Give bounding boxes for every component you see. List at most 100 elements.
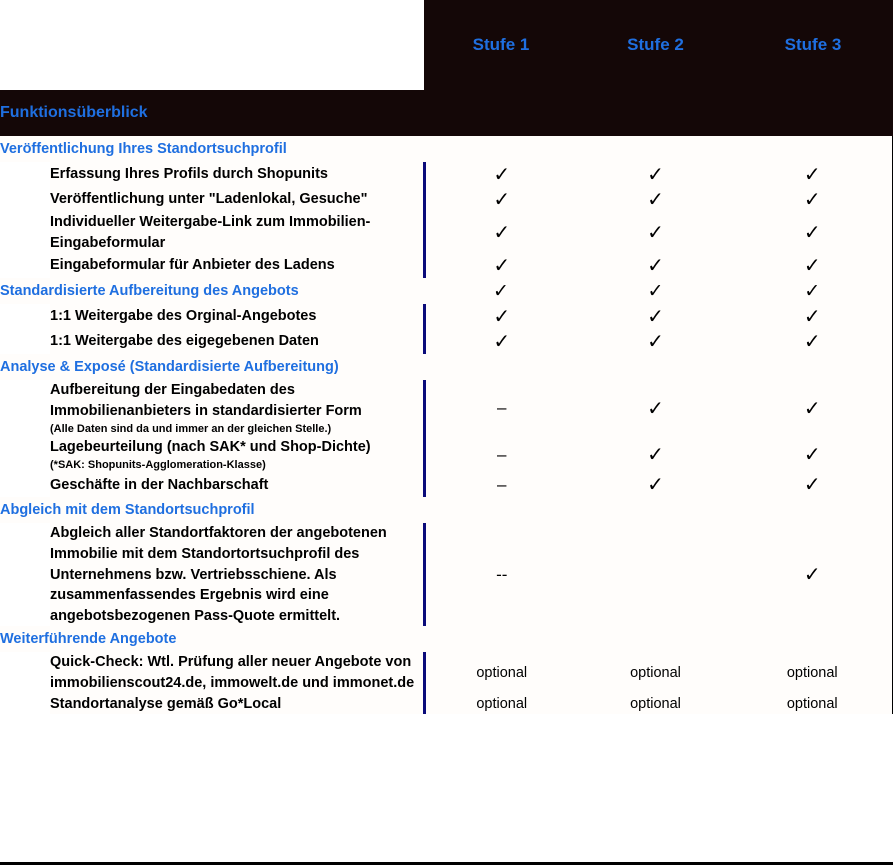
row-indent-gutter — [0, 329, 50, 355]
row-label-text: Abgleich aller Standortfaktoren der ange… — [50, 525, 387, 624]
row-mark-stufe-1: – — [422, 436, 578, 473]
header-column-stufe-1: Stufe 1 — [424, 0, 578, 90]
row-label-footnote: (Alle Daten sind da und immer an der gle… — [50, 423, 332, 436]
row-mark-stufe-1: ✓ — [422, 162, 578, 187]
section-heading-mark-3-2 — [578, 497, 733, 524]
row-label-text: Veröffentlichung unter "Ladenlokal, Gesu… — [50, 191, 368, 208]
section-heading-label-3: Abgleich mit dem Standortsuchprofil — [0, 497, 424, 524]
row-indent-gutter — [0, 693, 50, 715]
row-label: Geschäfte in der Nachbarschaft — [50, 472, 424, 498]
row-indent-gutter — [0, 380, 50, 437]
table-row: Quick-Check: Wtl. Prüfung aller neuer An… — [0, 652, 893, 694]
row-mark-stufe-1: ✓ — [422, 329, 578, 355]
table-row: Standortanalyse gemäß Go*Local optional op… — [0, 693, 893, 715]
section-heading-row: Analyse & Exposé (Standardisierte Aufber… — [0, 354, 893, 381]
section-heading-mark-4-1 — [424, 626, 578, 653]
header-row: Stufe 1 Stufe 2 Stufe 3 — [0, 0, 893, 90]
row-mark-stufe-1: – — [422, 472, 578, 498]
row-label: Quick-Check: Wtl. Prüfung aller neuer An… — [50, 652, 424, 694]
row-mark-stufe-1: – — [422, 380, 578, 437]
row-indent-gutter — [0, 212, 50, 254]
row-mark-stufe-2: ✓ — [578, 162, 733, 187]
row-label-text: Lagebeurteilung (nach SAK* und Shop-Dich… — [50, 438, 371, 455]
row-label: Standortanalyse gemäß Go*Local — [50, 693, 424, 715]
row-label: Erfassung Ihres Profils durch Shopunits — [50, 162, 424, 187]
row-indent-gutter — [0, 162, 50, 187]
row-label-text: Erfassung Ihres Profils durch Shopunits — [50, 166, 328, 183]
section-heading-label-1: Standardisierte Aufbereitung des Angebot… — [0, 278, 424, 305]
row-mark-stufe-2 — [578, 523, 733, 627]
row-mark-stufe-3: optional — [733, 693, 893, 715]
row-mark-stufe-3: ✓ — [733, 253, 893, 279]
table-row: Aufbereitung der Eingabedaten des Immobi… — [0, 380, 893, 437]
section-heading-mark-1-3: ✓ — [733, 278, 893, 305]
row-label: Lagebeurteilung (nach SAK* und Shop-Dich… — [50, 436, 424, 473]
row-mark-stufe-1: optional — [422, 693, 578, 715]
row-label: Veröffentlichung unter "Ladenlokal, Gesu… — [50, 187, 424, 212]
section-heading-row: Veröffentlichung Ihres Standortsuchprofi… — [0, 136, 893, 162]
row-indent-gutter — [0, 436, 50, 473]
row-indent-gutter — [0, 472, 50, 498]
row-mark-stufe-3: ✓ — [733, 162, 893, 187]
row-label: Abgleich aller Standortfaktoren der ange… — [50, 523, 424, 627]
feature-matrix-sheet: Stufe 1 Stufe 2 Stufe 3 Funktionsüberblick V… — [0, 0, 893, 865]
table-row: Erfassung Ihres Profils durch Shopunits ✓… — [0, 162, 893, 187]
section-heading-label-4: Weiterführende Angebote — [0, 626, 424, 653]
row-mark-stufe-3: ✓ — [733, 187, 893, 212]
row-mark-stufe-2: ✓ — [578, 329, 733, 355]
row-label: 1:1 Weitergabe des eigegebenen Daten — [50, 329, 424, 355]
row-indent-gutter — [0, 187, 50, 212]
section-heading-row: Weiterführende Angebote — [0, 626, 893, 653]
table-row: 1:1 Weitergabe des eigegebenen Daten ✓ ✓ ✓ — [0, 329, 893, 355]
row-mark-stufe-3: ✓ — [733, 380, 893, 437]
row-indent-gutter — [0, 523, 50, 627]
row-mark-stufe-3: ✓ — [733, 523, 893, 627]
section-heading-row: Standardisierte Aufbereitung des Angebot… — [0, 278, 893, 305]
row-indent-gutter — [0, 652, 50, 694]
section-heading-mark-4-3 — [733, 626, 893, 653]
row-label-text: 1:1 Weitergabe des eigegebenen Daten — [50, 333, 319, 350]
row-mark-stufe-2: optional — [578, 693, 733, 715]
row-label: Aufbereitung der Eingabedaten des Immobi… — [50, 380, 424, 437]
table-row: Geschäfte in der Nachbarschaft – ✓ ✓ — [0, 472, 893, 498]
row-mark-stufe-3: ✓ — [733, 436, 893, 473]
header-blank-cell — [0, 0, 424, 90]
section-heading-mark-0-2 — [578, 136, 733, 162]
row-label-text: 1:1 Weitergabe des Orginal-Angebotes — [50, 308, 317, 325]
row-mark-stufe-2: ✓ — [578, 187, 733, 212]
row-label-text: Individueller Weitergabe-Link zum Immobi… — [50, 214, 371, 251]
row-label: Individueller Weitergabe-Link zum Immobi… — [50, 212, 424, 254]
table-row: Veröffentlichung unter "Ladenlokal, Gesu… — [0, 187, 893, 212]
row-mark-stufe-3: ✓ — [733, 212, 893, 254]
row-mark-stufe-2: ✓ — [578, 436, 733, 473]
row-label: Eingabeformular für Anbieter des Ladens — [50, 253, 424, 279]
row-mark-stufe-1: optional — [422, 652, 578, 694]
section-heading-mark-2-3 — [733, 354, 893, 381]
row-mark-stufe-2: ✓ — [578, 472, 733, 498]
row-label-text: Aufbereitung der Eingabedaten des Immobi… — [50, 382, 362, 419]
section-heading-mark-3-3 — [733, 497, 893, 524]
section-heading-mark-0-3 — [733, 136, 893, 162]
feature-matrix-table: Stufe 1 Stufe 2 Stufe 3 Funktionsüberblick V… — [0, 0, 893, 715]
section-heading-mark-0-1 — [424, 136, 578, 162]
row-mark-stufe-3: optional — [733, 652, 893, 694]
section-heading-row: Abgleich mit dem Standortsuchprofil — [0, 497, 893, 524]
row-label-text: Standortanalyse gemäß Go*Local — [50, 695, 282, 712]
title-band-row: Funktionsüberblick — [0, 90, 893, 136]
row-mark-stufe-1: ✓ — [422, 304, 578, 330]
row-mark-stufe-2: ✓ — [578, 380, 733, 437]
row-label-footnote: (*SAK: Shopunits-Agglomeration-Klasse) — [50, 459, 266, 472]
row-mark-stufe-2: ✓ — [578, 304, 733, 330]
row-mark-stufe-1: ✓ — [422, 212, 578, 254]
header-column-stufe-2: Stufe 2 — [578, 0, 733, 90]
section-heading-mark-1-2: ✓ — [578, 278, 733, 305]
row-mark-stufe-1: -- — [422, 523, 578, 627]
row-label-text: Eingabeformular für Anbieter des Ladens — [50, 257, 335, 274]
row-label-text: Quick-Check: Wtl. Prüfung aller neuer An… — [50, 654, 415, 691]
section-heading-mark-2-2 — [578, 354, 733, 381]
table-row: Lagebeurteilung (nach SAK* und Shop-Dich… — [0, 436, 893, 473]
row-mark-stufe-2: ✓ — [578, 253, 733, 279]
title-band-label: Funktionsüberblick — [0, 90, 424, 136]
section-heading-label-0: Veröffentlichung Ihres Standortsuchprofi… — [0, 136, 424, 162]
row-label-text: Geschäfte in der Nachbarschaft — [50, 476, 269, 493]
